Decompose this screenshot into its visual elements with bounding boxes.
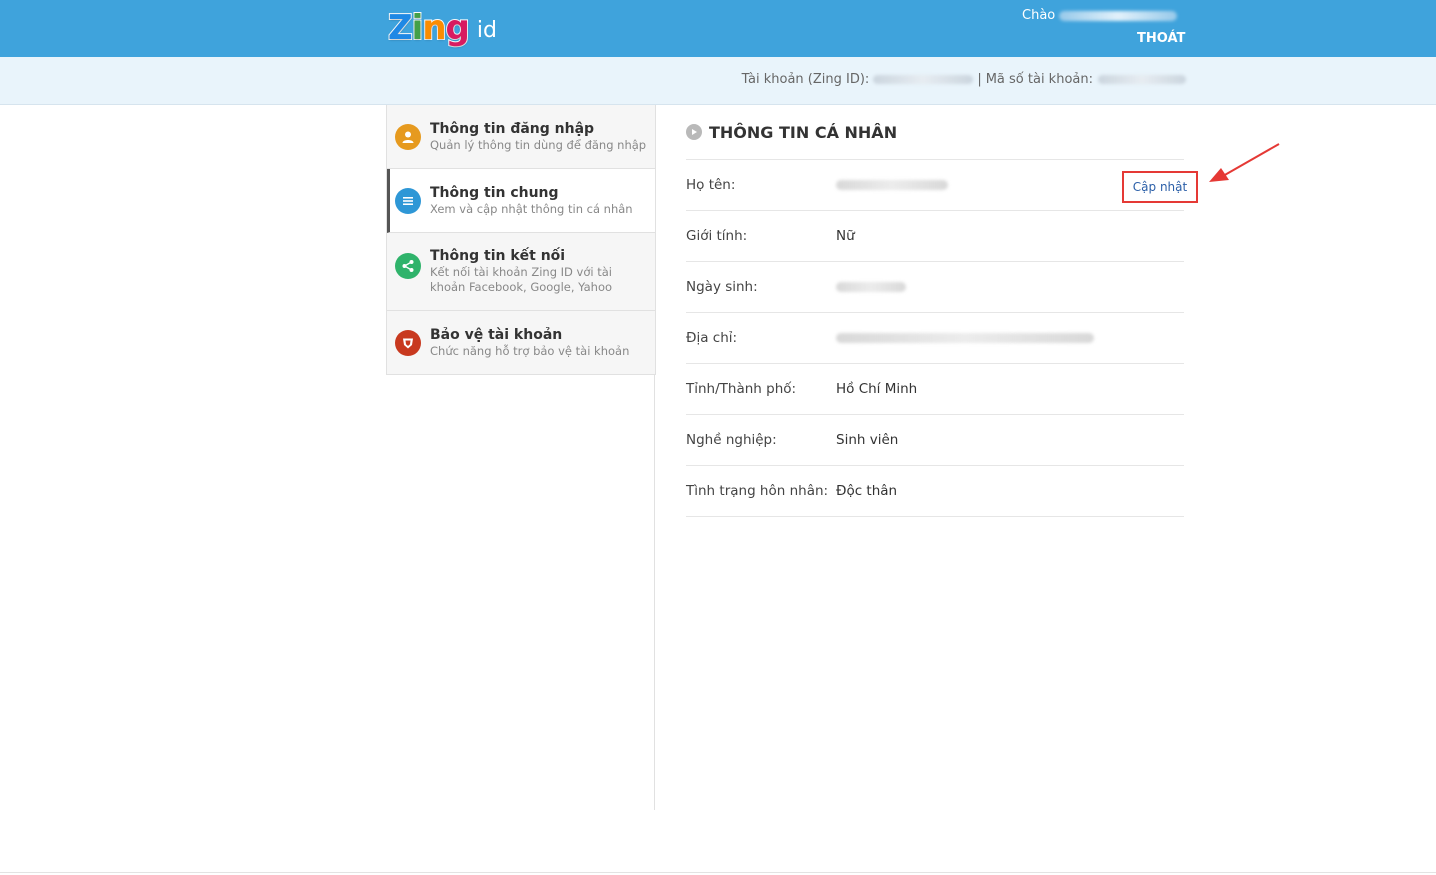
zing-id-label: Tài khoản (Zing ID): xyxy=(741,72,870,87)
info-row-full-name: Họ tên: xyxy=(686,160,1184,211)
greeting: Chào xyxy=(1022,8,1178,23)
logout-link[interactable]: THOÁT xyxy=(1137,31,1185,46)
row-label: Họ tên: xyxy=(686,177,736,193)
shield-icon xyxy=(395,329,421,356)
logo-word: Zing xyxy=(387,7,471,49)
personal-info-panel: THÔNG TIN CÁ NHÂN Họ tên: Giới tính: Nữ … xyxy=(686,105,1184,517)
separator: | xyxy=(977,72,982,87)
sidebar-nav: Thông tin đăng nhập Quản lý thông tin dù… xyxy=(386,105,656,375)
sidebar-item-connection-info[interactable]: Thông tin kết nối Kết nối tài khoản Zing… xyxy=(387,233,655,311)
redacted-account-no xyxy=(1098,75,1186,84)
section-title: THÔNG TIN CÁ NHÂN xyxy=(709,122,898,142)
sidebar-item-title: Thông tin kết nối xyxy=(430,248,566,264)
account-info-bar: Tài khoản (Zing ID): | Mã số tài khoản: xyxy=(0,57,1436,105)
row-label: Tỉnh/Thành phố: xyxy=(686,381,797,397)
row-value xyxy=(836,330,1094,346)
sidebar-item-desc: Xem và cập nhật thông tin cá nhân xyxy=(430,202,633,216)
row-label: Giới tính: xyxy=(686,228,748,244)
sidebar-item-login-info[interactable]: Thông tin đăng nhập Quản lý thông tin dù… xyxy=(387,105,655,169)
sidebar-item-account-protection[interactable]: Bảo vệ tài khoản Chức năng hỗ trợ bảo vệ… xyxy=(387,311,655,375)
redacted-zing-id xyxy=(873,75,974,84)
list-icon xyxy=(395,187,421,214)
footer-divider xyxy=(0,872,1436,873)
sidebar-divider xyxy=(654,375,655,810)
redacted-full-name xyxy=(836,180,948,190)
row-label: Ngày sinh: xyxy=(686,279,758,295)
info-row-birthday: Ngày sinh: xyxy=(686,262,1184,313)
top-header: Zing id Chào THOÁT xyxy=(0,0,1436,57)
row-value xyxy=(836,279,906,295)
redacted-username xyxy=(1059,10,1178,21)
info-row-address: Địa chỉ: xyxy=(686,313,1184,364)
share-icon xyxy=(395,253,421,279)
play-icon xyxy=(686,124,702,140)
sidebar-item-desc: Quản lý thông tin dùng để đăng nhập xyxy=(430,138,647,152)
row-label: Địa chỉ: xyxy=(686,330,738,346)
sidebar-item-desc: Kết nối tài khoản Zing ID với tài khoản … xyxy=(430,265,613,294)
account-ids: Tài khoản (Zing ID): | Mã số tài khoản: xyxy=(742,72,1186,87)
section-header: THÔNG TIN CÁ NHÂN xyxy=(686,105,1184,160)
info-row-gender: Giới tính: Nữ xyxy=(686,211,1184,262)
sidebar-item-title: Thông tin đăng nhập xyxy=(430,121,595,137)
row-value: Nữ xyxy=(836,228,855,244)
zing-id-logo[interactable]: Zing id xyxy=(387,6,497,50)
sidebar-item-general-info[interactable]: Thông tin chung Xem và cập nhật thông ti… xyxy=(387,169,655,233)
row-label: Tình trạng hôn nhân: xyxy=(686,483,829,499)
logo-suffix: id xyxy=(476,17,497,43)
annotation-arrow-icon xyxy=(1209,143,1280,182)
account-no-label: Mã số tài khoản: xyxy=(985,72,1093,87)
row-label: Nghề nghiệp: xyxy=(686,432,777,448)
row-value: Độc thân xyxy=(836,483,898,499)
info-row-occupation: Nghề nghiệp: Sinh viên xyxy=(686,415,1184,466)
redacted-address xyxy=(836,333,1094,343)
info-row-city: Tỉnh/Thành phố: Hồ Chí Minh xyxy=(686,364,1184,415)
update-link[interactable]: Cập nhật xyxy=(1133,180,1187,194)
row-value: Hồ Chí Minh xyxy=(836,381,918,397)
row-value: Sinh viên xyxy=(836,432,899,448)
user-icon xyxy=(395,123,421,150)
sidebar-item-title: Bảo vệ tài khoản xyxy=(430,327,563,343)
greeting-text: Chào xyxy=(1022,8,1056,23)
info-row-marital-status: Tình trạng hôn nhân: Độc thân xyxy=(686,466,1184,517)
sidebar-item-title: Thông tin chung xyxy=(430,185,559,201)
update-link-highlight: Cập nhật xyxy=(1122,171,1198,203)
sidebar-item-desc: Chức năng hỗ trợ bảo vệ tài khoản xyxy=(430,344,630,358)
redacted-birthday xyxy=(836,282,906,292)
row-value xyxy=(836,177,948,193)
